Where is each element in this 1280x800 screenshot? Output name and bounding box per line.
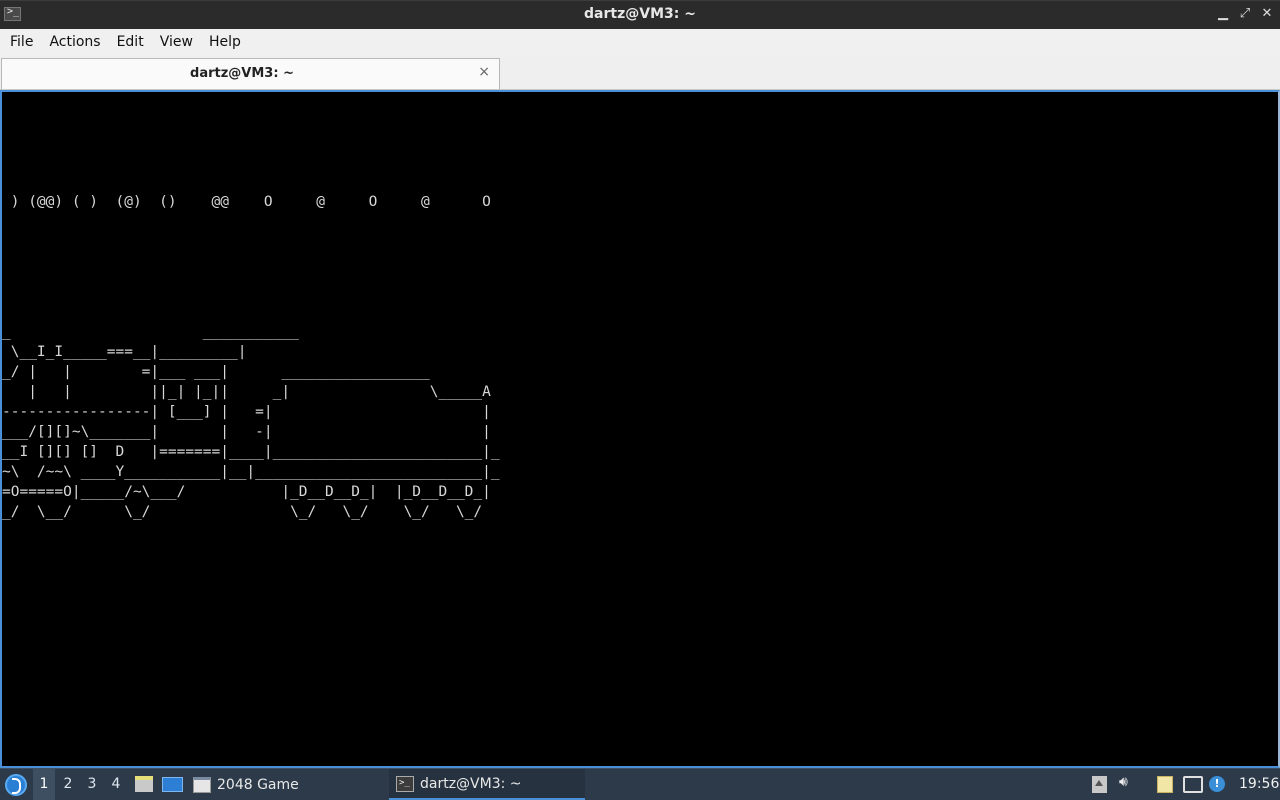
tray-expand-icon[interactable] [1092,776,1107,793]
show-desktop-icon[interactable] [162,777,183,792]
tab-close-icon[interactable]: × [478,64,490,80]
network-icon[interactable] [1183,776,1203,793]
tab-bar: dartz@VM3: ~ × [0,56,1280,90]
menu-actions[interactable]: Actions [41,29,108,56]
menu-edit[interactable]: Edit [109,29,152,56]
terminal-icon: >_ [396,775,414,792]
close-icon[interactable]: ✕ [1260,5,1274,23]
desktop-switch-3[interactable]: 3 [81,769,103,800]
volume-icon[interactable]: 🔊︎ [1119,774,1137,791]
menu-bar: File Actions Edit View Help [0,29,1280,56]
clipboard-icon[interactable] [1157,776,1173,793]
desktop-switch-1[interactable]: 1 [33,769,55,800]
update-notifier-icon[interactable]: ! [1209,776,1225,792]
file-manager-icon[interactable] [135,776,153,792]
sl-train-ascii: _ ___________ \__I_I_____===__|_________… [2,324,500,520]
title-bar[interactable]: >_ dartz@VM3: ~ ▁ ⤢ ✕ [0,0,1280,29]
desktop-switch-4[interactable]: 4 [105,769,127,800]
menu-file[interactable]: File [2,29,41,56]
minimize-icon[interactable]: ▁ [1216,5,1230,23]
maximize-icon[interactable]: ⤢ [1238,5,1252,23]
taskbar: 1 2 3 4 2048 Game >_ dartz@VM3: ~ 🔊︎ ! 1… [0,768,1280,800]
task-2048-game[interactable]: 2048 Game [193,769,299,800]
terminal-output[interactable]: ) (@@) ( ) (@) () @@ O @ O @ O _ _______… [0,90,1280,768]
tab-label: dartz@VM3: ~ [190,66,294,81]
menu-help[interactable]: Help [201,29,249,56]
sl-smoke-text: ) (@@) ( ) (@) () @@ O @ O @ O [2,194,491,210]
clock[interactable]: 19:56 [1239,769,1279,800]
window-controls: ▁ ⤢ ✕ [1216,5,1274,23]
window-icon [193,776,211,793]
lxqt-start-icon[interactable] [5,774,27,796]
task-label: 2048 Game [217,776,299,793]
terminal-tab[interactable]: dartz@VM3: ~ × [1,58,500,89]
window-title: dartz@VM3: ~ [584,6,696,22]
task-terminal[interactable]: >_ dartz@VM3: ~ [389,769,585,800]
menu-view[interactable]: View [152,29,201,56]
desktop-switch-2[interactable]: 2 [57,769,79,800]
task-label: dartz@VM3: ~ [420,775,522,792]
terminal-window: >_ dartz@VM3: ~ ▁ ⤢ ✕ File Actions Edit … [0,0,1280,768]
